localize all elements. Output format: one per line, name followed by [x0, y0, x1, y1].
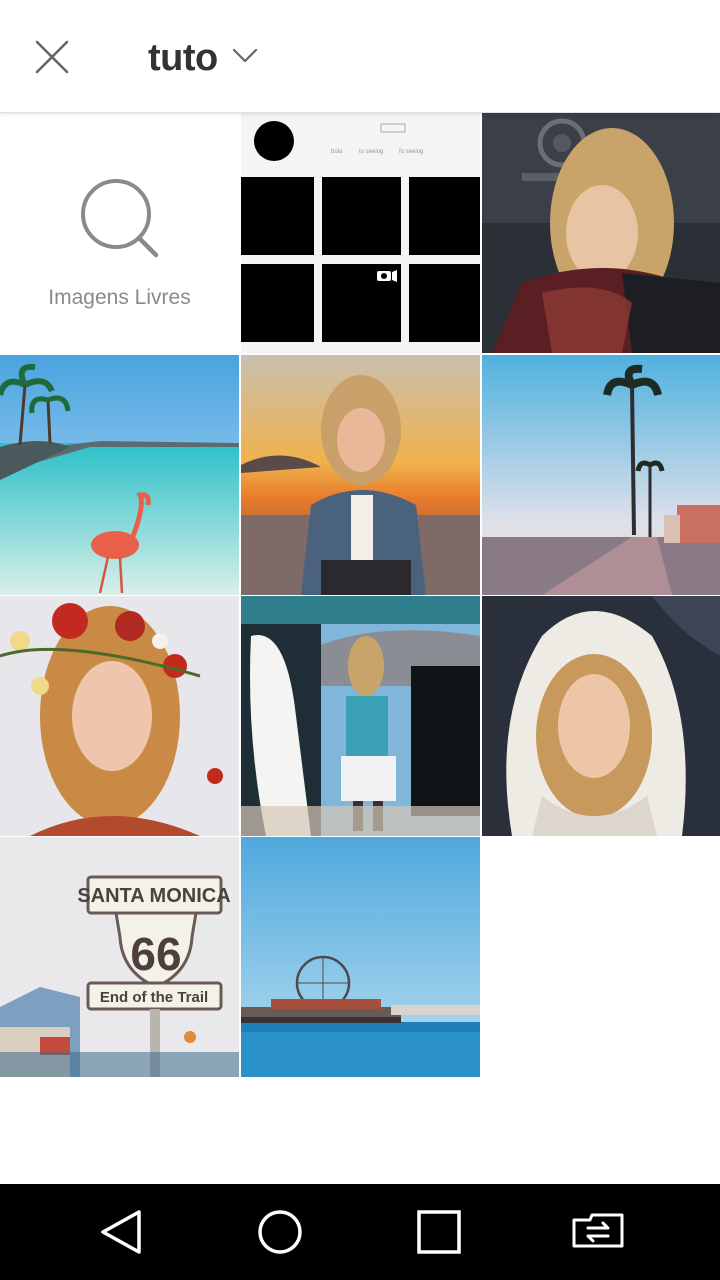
chevron-down-icon [232, 48, 258, 63]
top-bar: tuto [0, 0, 720, 113]
back-button[interactable] [95, 1206, 151, 1258]
app-switch-icon [572, 1213, 624, 1248]
home-button[interactable] [252, 1206, 308, 1258]
screenshot-text-1: bola [331, 149, 343, 155]
photo-man-dark-ornate-door[interactable] [482, 113, 720, 353]
photo-palm-trees-boardwalk[interactable] [482, 355, 720, 595]
photo-man-sunset-beach[interactable] [241, 355, 480, 595]
search-icon [81, 179, 159, 258]
album-title[interactable]: tuto [148, 36, 218, 80]
home-circle-icon [258, 1210, 302, 1254]
app-switch-button[interactable] [570, 1206, 626, 1258]
screenshot-text-2: to seeing [359, 149, 383, 155]
close-icon [35, 40, 69, 74]
photo-flamingo-beach[interactable] [0, 355, 239, 595]
photo-man-surfboard-van[interactable] [241, 596, 480, 836]
back-triangle-icon [101, 1210, 141, 1254]
photo-instagram-grid-screenshot[interactable]: bola to seeing fo seeing [241, 113, 480, 353]
recents-button[interactable] [411, 1206, 467, 1258]
photo-santa-monica-sign[interactable]: SANTA MONICA 66 End of the Trail [0, 837, 239, 1077]
free-images-label: Imagens Livres [48, 286, 191, 309]
sign-number: 66 [130, 928, 181, 980]
sign-top-text: SANTA MONICA [77, 885, 230, 907]
recents-square-icon [417, 1210, 461, 1254]
close-button[interactable] [30, 36, 74, 80]
screenshot-text-3: fo seeing [399, 149, 423, 155]
album-dropdown[interactable] [232, 46, 258, 66]
sign-bottom-text: End of the Trail [100, 989, 208, 1006]
photo-man-white-hoodie[interactable] [482, 596, 720, 836]
photo-santa-monica-pier[interactable] [241, 837, 480, 1077]
navigation-bar [0, 1184, 720, 1280]
free-images-tile[interactable]: Imagens Livres [0, 113, 239, 353]
photo-man-flower-crown[interactable] [0, 596, 239, 836]
